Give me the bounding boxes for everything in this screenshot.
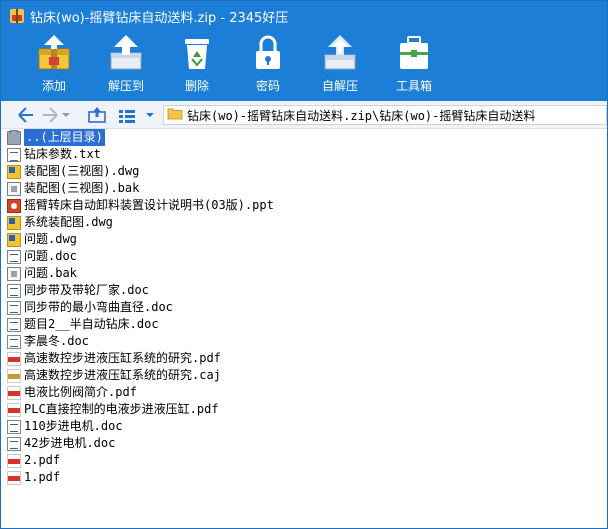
pdf-file-icon xyxy=(7,385,21,400)
list-item[interactable]: 同步带及带轮厂家.doc xyxy=(7,282,149,299)
list-item[interactable]: 同步带的最小弯曲直径.doc xyxy=(7,299,173,316)
list-item[interactable]: 问题.doc xyxy=(7,248,77,265)
list-item[interactable]: 装配图(三视图).dwg xyxy=(7,163,139,180)
file-name: 电液比例阀简介.pdf xyxy=(24,385,137,399)
view-mode-icon[interactable] xyxy=(117,105,139,125)
toolbox-icon xyxy=(400,36,428,69)
list-item[interactable]: 钻床参数.txt xyxy=(7,146,101,163)
dwg-file-icon xyxy=(7,215,21,230)
list-item[interactable]: 摇臂转床自动卸料装置设计说明书(03版).ppt xyxy=(7,197,274,214)
file-name: 钻床参数.txt xyxy=(24,147,101,161)
view-dropdown-icon[interactable] xyxy=(144,105,156,125)
archive-app-icon xyxy=(10,9,24,23)
extract-to-label: 解压到 xyxy=(107,79,144,93)
file-name: 李晨冬.doc xyxy=(24,334,89,348)
list-item[interactable]: 问题.dwg xyxy=(7,231,77,248)
add-button[interactable]: 添加 xyxy=(24,31,84,99)
list-item-parent-dir[interactable]: ..(上层目录) xyxy=(7,129,105,146)
self-extract-icon xyxy=(324,35,356,70)
text-file-icon xyxy=(7,147,21,162)
word-file-icon xyxy=(7,283,21,298)
address-path: 钻床(wo)-摇臂钻床自动送料.zip\钻床(wo)-摇臂钻床自动送料 xyxy=(187,108,536,123)
word-file-icon xyxy=(7,419,21,434)
parent-folder-icon xyxy=(7,129,21,145)
extract-icon xyxy=(110,35,142,70)
delete-button[interactable]: 删除 xyxy=(167,31,227,99)
word-file-icon xyxy=(7,334,21,349)
file-name: 同步带的最小弯曲直径.doc xyxy=(24,300,173,314)
toolbar: 添加 解压到 删除 密码 自解压 工具箱 xyxy=(1,31,607,101)
word-file-icon xyxy=(7,249,21,264)
file-name: 题目2__半自动钻床.doc xyxy=(24,317,159,331)
self-extract-button[interactable]: 自解压 xyxy=(310,31,370,99)
folder-icon xyxy=(167,106,183,125)
add-label: 添加 xyxy=(41,79,66,93)
pdf-file-icon xyxy=(7,470,21,485)
pdf-file-icon xyxy=(7,453,21,468)
file-name: PLC直接控制的电液步进液压缸.pdf xyxy=(24,402,219,416)
list-item[interactable]: 高速数控步进液压缸系统的研究.caj xyxy=(7,367,221,384)
file-name: 110步进电机.doc xyxy=(24,419,123,433)
list-item[interactable]: 问题.bak xyxy=(7,265,77,282)
pdf-file-icon xyxy=(7,402,21,417)
list-item[interactable]: 42步进电机.doc xyxy=(7,435,115,452)
recycle-bin-icon xyxy=(185,39,209,69)
file-name: 摇臂转床自动卸料装置设计说明书(03版).ppt xyxy=(24,198,274,212)
word-file-icon xyxy=(7,300,21,315)
dwg-file-icon xyxy=(7,164,21,179)
list-item[interactable]: 系统装配图.dwg xyxy=(7,214,113,231)
file-name: 高速数控步进液压缸系统的研究.caj xyxy=(24,368,221,382)
file-name: 2.pdf xyxy=(24,453,61,467)
bak-file-icon xyxy=(7,266,21,281)
list-item[interactable]: 1.pdf xyxy=(7,469,60,486)
list-item[interactable]: PLC直接控制的电液步进液压缸.pdf xyxy=(7,401,219,418)
delete-label: 删除 xyxy=(184,79,209,93)
caj-file-icon xyxy=(7,368,21,383)
file-name: 42步进电机.doc xyxy=(24,436,116,450)
extract-to-button[interactable]: 解压到 xyxy=(96,31,156,99)
list-item[interactable]: 李晨冬.doc xyxy=(7,333,89,350)
password-label: 密码 xyxy=(255,79,280,93)
file-list: ..(上层目录) 钻床参数.txt 装配图(三视图).dwg 装配图(三视图).… xyxy=(1,129,607,528)
add-archive-icon xyxy=(38,35,70,70)
window-title: 钻床(wo)-摇臂钻床自动送料.zip - 2345好压 xyxy=(30,10,289,26)
app-window: 钻床(wo)-摇臂钻床自动送料.zip - 2345好压 添加 解压到 删除 密… xyxy=(0,0,608,529)
self-extract-label: 自解压 xyxy=(321,79,358,93)
list-item[interactable]: 2.pdf xyxy=(7,452,60,469)
header-area: 钻床(wo)-摇臂钻床自动送料.zip - 2345好压 添加 解压到 删除 密… xyxy=(1,1,607,101)
bak-file-icon xyxy=(7,181,21,196)
pdf-file-icon xyxy=(7,351,21,366)
file-name: 装配图(三视图).dwg xyxy=(24,164,140,178)
file-name: 问题.dwg xyxy=(24,232,77,246)
up-level-icon[interactable] xyxy=(87,105,107,125)
back-arrow-icon[interactable] xyxy=(17,105,35,125)
ppt-file-icon xyxy=(7,198,21,213)
forward-arrow-icon[interactable] xyxy=(41,105,59,125)
dwg-file-icon xyxy=(7,232,21,247)
file-name: 问题.doc xyxy=(24,249,77,263)
word-file-icon xyxy=(7,436,21,451)
word-file-icon xyxy=(7,317,21,332)
toolbox-button[interactable]: 工具箱 xyxy=(384,31,444,99)
file-name: 系统装配图.dwg xyxy=(24,215,113,229)
navigation-bar: 钻床(wo)-摇臂钻床自动送料.zip\钻床(wo)-摇臂钻床自动送料 xyxy=(1,101,607,129)
file-name: ..(上层目录) xyxy=(24,129,105,146)
file-name: 1.pdf xyxy=(24,470,61,484)
list-item[interactable]: 电液比例阀简介.pdf xyxy=(7,384,137,401)
list-item[interactable]: 题目2__半自动钻床.doc xyxy=(7,316,159,333)
password-button[interactable]: 密码 xyxy=(238,31,298,99)
toolbox-label: 工具箱 xyxy=(395,79,432,93)
file-name: 高速数控步进液压缸系统的研究.pdf xyxy=(24,351,221,365)
forward-dropdown-icon[interactable] xyxy=(61,105,71,125)
file-name: 装配图(三视图).bak xyxy=(24,181,140,195)
file-name: 同步带及带轮厂家.doc xyxy=(24,283,149,297)
list-item[interactable]: 110步进电机.doc xyxy=(7,418,123,435)
list-item[interactable]: 装配图(三视图).bak xyxy=(7,180,139,197)
lock-icon xyxy=(256,35,280,69)
list-item[interactable]: 高速数控步进液压缸系统的研究.pdf xyxy=(7,350,221,367)
file-name: 问题.bak xyxy=(24,266,77,280)
title-bar[interactable]: 钻床(wo)-摇臂钻床自动送料.zip - 2345好压 xyxy=(1,1,607,31)
address-bar[interactable]: 钻床(wo)-摇臂钻床自动送料.zip\钻床(wo)-摇臂钻床自动送料 xyxy=(163,105,607,125)
